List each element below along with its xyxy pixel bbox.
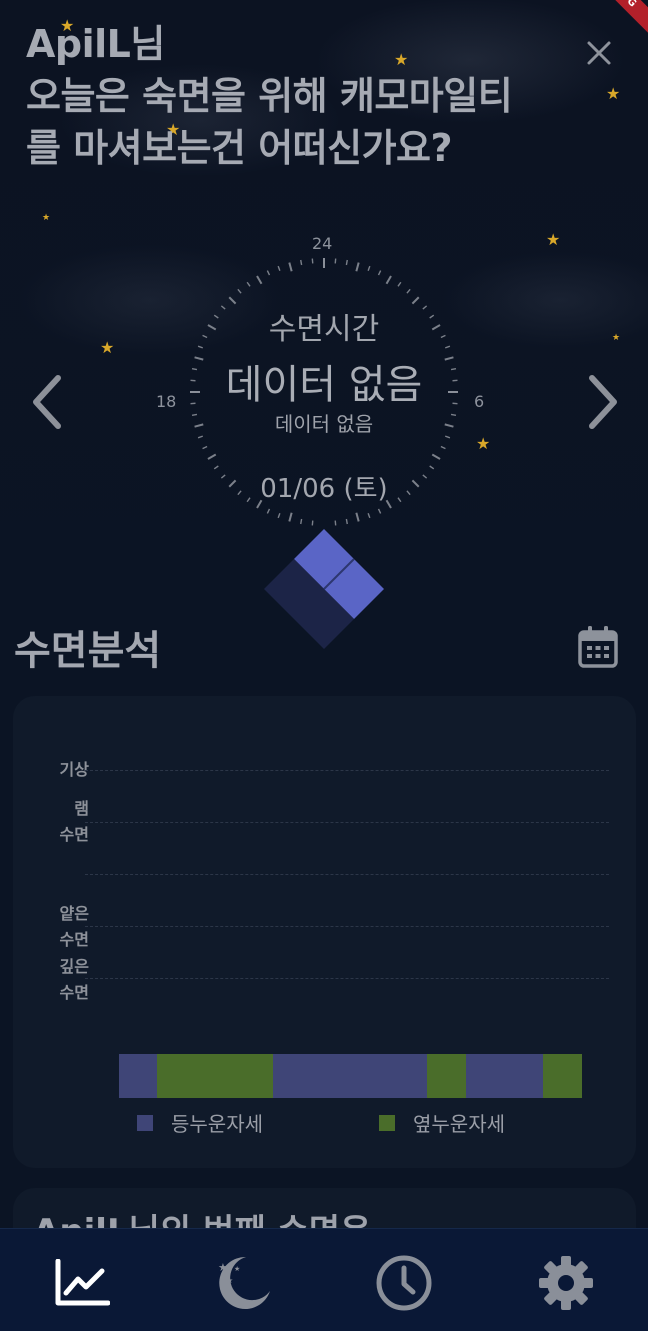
clock-label-24: 24 — [312, 234, 333, 253]
legend-label-back: 등누운자세 — [171, 1112, 263, 1136]
clock-tick — [266, 270, 271, 276]
chevron-left-icon — [33, 375, 61, 429]
posture-timeline-bar — [119, 1054, 582, 1098]
stage-label-awake: 기상 — [59, 760, 89, 779]
chart-icon — [55, 1259, 110, 1306]
clock-tick — [300, 518, 303, 525]
star-icon: ★ — [606, 84, 621, 103]
grid-line — [85, 978, 609, 979]
sleep-analysis-card: 기상 램 수면 얕은 수면 깊은 수면 등누운자세 옆누운자세 — [13, 696, 636, 1168]
grid-line — [85, 770, 609, 771]
clock-tick — [202, 445, 208, 450]
close-button[interactable] — [582, 36, 616, 70]
posture-segment-back — [119, 1054, 158, 1098]
clock-tick — [277, 512, 281, 519]
clock-tick — [277, 265, 281, 272]
sleep-time-subvalue: 데이터 없음 — [274, 412, 374, 436]
svg-text:★: ★ — [234, 1265, 240, 1273]
bottom-navigation: ★ ★ ★ — [0, 1228, 648, 1331]
star-icon: ★ — [546, 230, 561, 249]
nav-item-history[interactable] — [374, 1253, 434, 1313]
grid-line — [85, 874, 609, 875]
nav-item-analysis[interactable] — [52, 1253, 112, 1313]
clock-tick — [367, 512, 371, 519]
clock-tick — [406, 288, 411, 294]
moon-icon: ★ ★ ★ — [218, 1256, 270, 1309]
clock-tick — [288, 262, 293, 272]
sleep-time-value: 데이터 없음 — [225, 362, 423, 408]
clock-tick — [266, 508, 271, 514]
clock-tick — [411, 296, 420, 305]
star-icon: ★ — [42, 213, 51, 223]
stage-label-light: 얕은 수면 — [59, 904, 89, 949]
legend-side-posture: 옆누운자세 — [379, 1108, 505, 1137]
clock-tick — [385, 275, 392, 285]
previous-day-button[interactable] — [28, 372, 68, 432]
clock-tick — [355, 262, 360, 272]
sleep-time-title: 수면시간 — [268, 312, 380, 347]
calendar-icon[interactable] — [578, 626, 618, 668]
nav-item-sleep[interactable]: ★ ★ ★ — [212, 1253, 272, 1313]
clock-tick — [256, 275, 263, 285]
next-day-button[interactable] — [582, 372, 622, 432]
legend-swatch-back — [137, 1114, 153, 1131]
posture-segment-back — [273, 1054, 428, 1098]
gear-icon — [539, 1256, 593, 1310]
svg-text:★: ★ — [226, 1276, 233, 1285]
close-icon — [587, 41, 611, 65]
clock-tick — [345, 259, 348, 266]
clock-tick — [440, 445, 446, 450]
clock-tick — [367, 265, 371, 272]
clock-tick — [288, 512, 293, 522]
clock-tick — [207, 453, 217, 460]
legend-label-side: 옆누운자세 — [413, 1112, 505, 1136]
sleep-analysis-title: 수면분석 — [14, 628, 162, 674]
svg-text:★: ★ — [218, 1261, 228, 1274]
posture-segment-back — [465, 1054, 544, 1098]
sleep-clock: 24 18 6 수면시간 데이터 없음 데이터 없음 01/06 (토) — [156, 232, 484, 552]
clock-tick — [397, 281, 402, 287]
posture-segment-side — [427, 1054, 466, 1098]
clock-tick — [355, 512, 360, 522]
star-icon: ★ — [612, 333, 621, 343]
cube-icon — [264, 529, 384, 649]
nav-item-settings[interactable] — [536, 1253, 596, 1313]
posture-segment-side — [543, 1054, 582, 1098]
legend-swatch-side — [379, 1114, 395, 1131]
legend-back-posture: 등누운자세 — [137, 1108, 263, 1137]
clock-tick — [300, 259, 303, 266]
clock-icon — [376, 1255, 432, 1311]
clock-tick — [246, 281, 251, 287]
greeting-message: ApilL님 오늘은 숙면을 위해 캐모마일티 를 마셔보는건 어떠신가요? — [26, 22, 513, 170]
clock-tick — [377, 508, 382, 514]
chevron-right-icon — [589, 375, 617, 429]
sleep-date: 01/06 (토) — [260, 474, 388, 504]
grid-line — [85, 926, 609, 927]
grid-line — [85, 822, 609, 823]
clock-tick — [377, 270, 382, 276]
posture-segment-side — [157, 1054, 274, 1098]
clock-tick — [431, 453, 441, 460]
stage-label-rem: 램 수면 — [59, 799, 89, 844]
clock-tick — [228, 296, 237, 305]
star-icon: ★ — [100, 338, 115, 357]
clock-tick — [345, 518, 348, 525]
stage-label-deep: 깊은 수면 — [59, 957, 89, 1002]
clock-tick — [237, 288, 242, 294]
